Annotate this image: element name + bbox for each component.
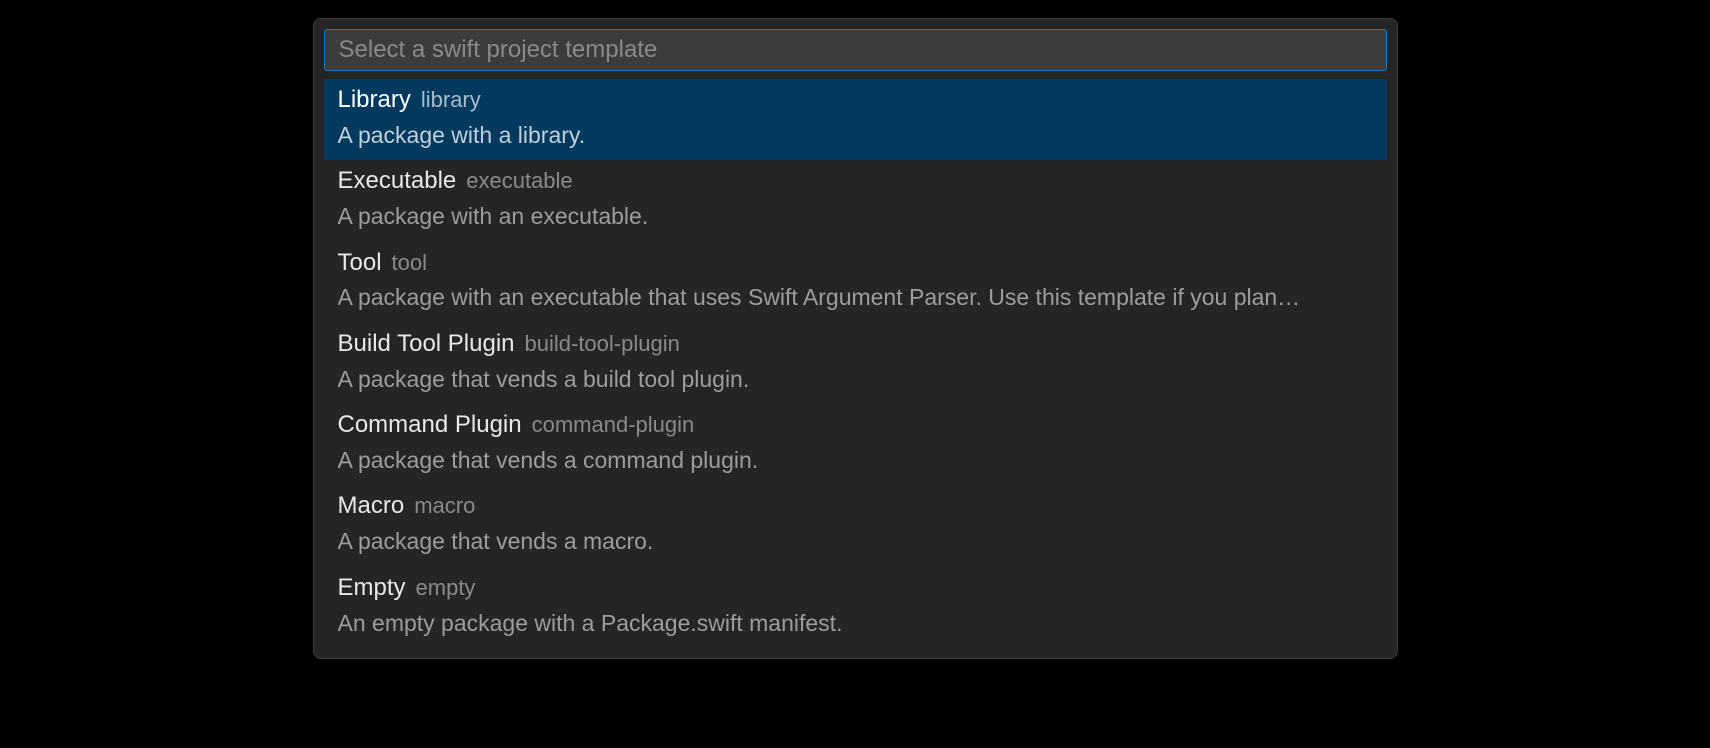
template-item-id: command-plugin [532,409,695,441]
template-item-macro[interactable]: Macro macroA package that vends a macro. [324,485,1387,566]
template-item-id: build-tool-plugin [525,328,680,360]
template-item-header: Command Plugin command-plugin [338,408,1373,443]
template-item-description: A package that vends a command plugin. [338,443,1373,478]
template-item-header: Tool tool [338,246,1373,281]
template-item-build-tool-plugin[interactable]: Build Tool Plugin build-tool-pluginA pack… [324,323,1387,404]
template-item-description: A package with a library. [338,118,1373,153]
template-item-empty[interactable]: Empty emptyAn empty package with a Packag… [324,567,1387,648]
template-item-header: Empty empty [338,571,1373,606]
template-item-label: Build Tool Plugin [338,327,515,362]
template-item-label: Tool [338,246,382,281]
template-item-label: Empty [338,571,406,606]
template-item-label: Library [338,83,411,118]
template-item-id: empty [416,572,476,604]
template-item-id: library [421,84,481,116]
template-list: Library libraryA package with a library. E… [324,79,1387,648]
search-input-wrapper [324,29,1387,71]
template-item-label: Executable [338,164,457,199]
template-item-description: A package with an executable that uses S… [338,280,1373,315]
template-item-description: A package with an executable. [338,199,1373,234]
template-item-id: executable [466,165,572,197]
template-item-header: Macro macro [338,489,1373,524]
quickpick-panel: Library libraryA package with a library. E… [313,18,1398,659]
template-item-description: An empty package with a Package.swift ma… [338,606,1373,641]
template-search-input[interactable] [324,29,1387,71]
template-item-description: A package that vends a build tool plugin… [338,362,1373,397]
template-item-label: Macro [338,489,405,524]
template-item-id: tool [392,247,427,279]
template-item-tool[interactable]: Tool toolA package with an executable tha… [324,242,1387,323]
template-item-library[interactable]: Library libraryA package with a library. [324,79,1387,160]
template-item-header: Build Tool Plugin build-tool-plugin [338,327,1373,362]
template-item-header: Library library [338,83,1373,118]
template-item-description: A package that vends a macro. [338,524,1373,559]
template-item-header: Executable executable [338,164,1373,199]
template-item-id: macro [414,490,475,522]
template-item-executable[interactable]: Executable executableA package with an ex… [324,160,1387,241]
template-item-label: Command Plugin [338,408,522,443]
template-item-command-plugin[interactable]: Command Plugin command-pluginA package th… [324,404,1387,485]
